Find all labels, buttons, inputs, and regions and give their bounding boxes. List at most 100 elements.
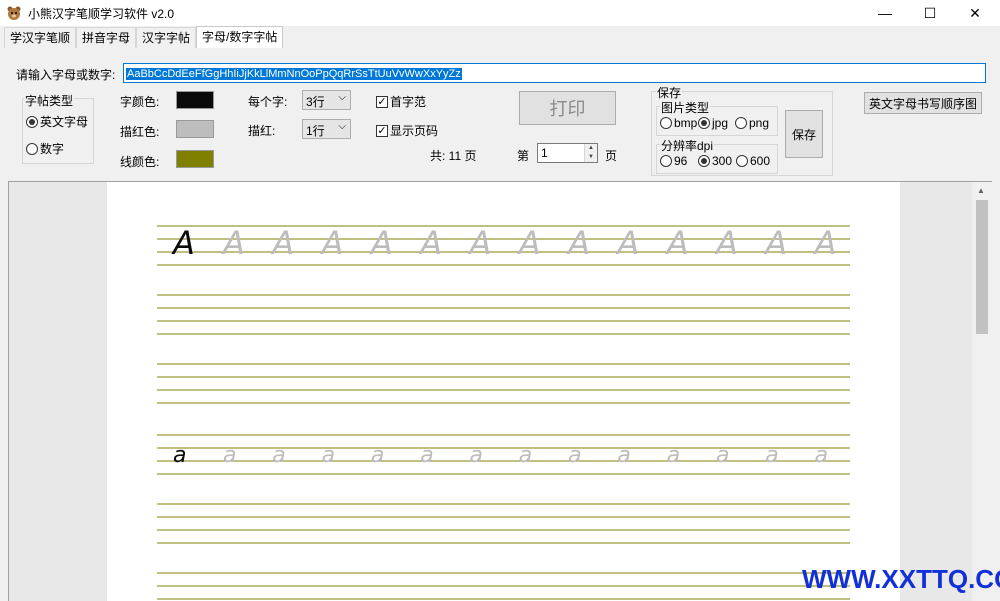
trace-letter: A bbox=[665, 224, 689, 262]
trace-rows-select[interactable]: 1行 ⌵ bbox=[302, 119, 351, 139]
copybook-sheet: AAAAAAAAAAAAAAaaaaaaaaaaaaaa bbox=[107, 182, 900, 601]
tab-hanzi-copybook[interactable]: 汉字字帖 bbox=[136, 27, 197, 48]
tab-learn-stroke-order[interactable]: 学汉字笔顺 bbox=[4, 27, 77, 48]
trace-rows-value: 1行 bbox=[306, 124, 325, 138]
preview-area: AAAAAAAAAAAAAAaaaaaaaaaaaaaa ▲ bbox=[8, 181, 992, 601]
trace-color-label: 描红色: bbox=[120, 125, 160, 139]
radio-dot bbox=[26, 142, 38, 155]
radio-label: png bbox=[749, 116, 770, 130]
maximize-button[interactable]: ☐ bbox=[907, 0, 953, 26]
trace-letter: A bbox=[813, 224, 837, 262]
model-letter: A bbox=[171, 224, 195, 262]
image-type-title: 图片类型 bbox=[660, 99, 711, 116]
spin-down-icon[interactable]: ▼ bbox=[585, 153, 597, 162]
print-button[interactable]: 打印 bbox=[519, 91, 616, 125]
letters-input[interactable]: AaBbCcDdEeFfGgHhIiJjKkLlMmNnOoPpQqRrSsTt… bbox=[123, 63, 986, 83]
radio-dot bbox=[698, 117, 710, 129]
window-title: 小熊汉字笔顺学习软件 v2.0 bbox=[28, 7, 175, 21]
copybook-type-title: 字帖类型 bbox=[24, 92, 75, 109]
trace-letter: a bbox=[223, 443, 236, 468]
tab-pinyin-letters[interactable]: 拼音字母 bbox=[76, 27, 137, 48]
trace-letter: A bbox=[517, 224, 541, 262]
radio-dot bbox=[660, 117, 672, 129]
trace-letter: a bbox=[371, 443, 384, 468]
chevron-down-icon: ⌵ bbox=[338, 121, 346, 132]
radio-dpi-600[interactable]: 600 bbox=[736, 154, 770, 168]
trace-letter: a bbox=[617, 443, 630, 468]
first-char-checkbox[interactable]: ✓ 首字范 bbox=[376, 93, 426, 110]
trace-letter: A bbox=[763, 224, 787, 262]
save-button[interactable]: 保存 bbox=[785, 110, 823, 158]
page-prefix: 第 bbox=[517, 149, 530, 163]
copybook-lines: A A A A A A A A A A A A A Aa a a a a a a a a a a a a a bbox=[157, 224, 850, 600]
tab-letter-number-copybook[interactable]: 字母/数字字帖 bbox=[196, 26, 284, 48]
radio-numbers[interactable]: 数字 bbox=[26, 140, 64, 157]
radio-label: 数字 bbox=[40, 142, 65, 156]
radio-label: 300 bbox=[712, 154, 733, 168]
radio-bmp[interactable]: bmp bbox=[660, 116, 697, 130]
line-color-swatch[interactable] bbox=[176, 150, 214, 168]
radio-dot bbox=[735, 117, 747, 129]
trace-letter: A bbox=[468, 224, 492, 262]
input-label: 请输入字母或数字: bbox=[16, 68, 116, 82]
per-char-select[interactable]: 3行 ⌵ bbox=[302, 90, 351, 110]
spinner-buttons: ▲ ▼ bbox=[584, 144, 597, 162]
trace-letter: a bbox=[716, 443, 729, 468]
trace-letter: A bbox=[418, 224, 442, 262]
trace-letter: A bbox=[566, 224, 590, 262]
trace-letter: a bbox=[420, 443, 433, 468]
trace-letter: A bbox=[270, 224, 294, 262]
radio-label: jpg bbox=[712, 116, 729, 130]
radio-dpi-96[interactable]: 96 bbox=[660, 154, 687, 168]
show-page-checkbox[interactable]: ✓ 显示页码 bbox=[376, 122, 438, 139]
letter-order-chart-button[interactable]: 英文字母书写顺序图 bbox=[864, 92, 982, 114]
checkbox-label: 首字范 bbox=[390, 95, 427, 109]
trace-letter: A bbox=[615, 224, 639, 262]
trace-color-swatch[interactable] bbox=[176, 120, 214, 138]
scroll-up-icon[interactable]: ▲ bbox=[977, 186, 985, 195]
radio-label: 600 bbox=[750, 154, 771, 168]
trace-letter: a bbox=[815, 443, 828, 468]
checkmark-icon: ✓ bbox=[376, 95, 388, 108]
total-pages: 共: 11 页 bbox=[430, 149, 477, 163]
trace-letter: A bbox=[369, 224, 393, 262]
minimize-button[interactable]: — bbox=[862, 0, 908, 26]
char-color-label: 字颜色: bbox=[120, 95, 160, 109]
per-char-value: 3行 bbox=[306, 95, 325, 109]
page-number-value: 1 bbox=[541, 146, 548, 160]
spin-up-icon[interactable]: ▲ bbox=[585, 144, 597, 153]
checkmark-icon: ✓ bbox=[376, 124, 388, 137]
radio-dot bbox=[660, 155, 672, 167]
close-button[interactable]: ✕ bbox=[952, 0, 998, 26]
radio-dot bbox=[736, 155, 748, 167]
tab-strip: 学汉字笔顺 拼音字母 汉字字帖 字母/数字字帖 bbox=[4, 26, 284, 48]
radio-dpi-300[interactable]: 300 bbox=[698, 154, 732, 168]
checkbox-label: 显示页码 bbox=[390, 124, 439, 138]
vertical-scrollbar[interactable]: ▲ bbox=[972, 182, 992, 601]
radio-dot bbox=[26, 115, 38, 128]
chevron-down-icon: ⌵ bbox=[338, 92, 346, 103]
dpi-title: 分辨率dpi bbox=[660, 137, 715, 154]
page-number-spinner[interactable]: 1 ▲ ▼ bbox=[537, 143, 598, 163]
trace-letter: A bbox=[320, 224, 344, 262]
bear-app-icon bbox=[7, 6, 21, 20]
trace-rows-label: 描红: bbox=[248, 124, 276, 138]
radio-dot bbox=[698, 155, 710, 167]
radio-png[interactable]: png bbox=[735, 116, 769, 130]
page-suffix: 页 bbox=[605, 149, 618, 163]
trace-letter: a bbox=[765, 443, 778, 468]
scroll-thumb[interactable] bbox=[976, 200, 988, 334]
char-color-swatch[interactable] bbox=[176, 91, 214, 109]
radio-label: 英文字母 bbox=[40, 115, 89, 129]
trace-letter: a bbox=[667, 443, 680, 468]
radio-label: 96 bbox=[674, 154, 688, 168]
trace-letter: a bbox=[568, 443, 581, 468]
model-letter: a bbox=[173, 443, 186, 468]
trace-letter: a bbox=[272, 443, 285, 468]
radio-jpg[interactable]: jpg bbox=[698, 116, 728, 130]
radio-label: bmp bbox=[674, 116, 698, 130]
trace-letter: a bbox=[470, 443, 483, 468]
radio-english-letters[interactable]: 英文字母 bbox=[26, 113, 88, 130]
trace-letter: A bbox=[221, 224, 245, 262]
trace-letter: A bbox=[714, 224, 738, 262]
